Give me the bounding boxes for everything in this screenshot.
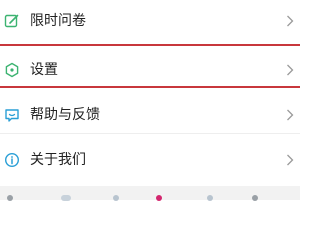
menu-item-help-feedback[interactable]: 帮助与反馈 (0, 96, 300, 134)
menu-item-label: 关于我们 (30, 152, 86, 168)
bottom-tab-bar (0, 186, 300, 201)
tab-icon[interactable] (252, 195, 258, 201)
chevron-right-icon (286, 64, 294, 76)
feedback-icon (4, 107, 20, 123)
divider (0, 133, 300, 134)
tab-icon[interactable] (113, 195, 119, 201)
chevron-right-icon (286, 154, 294, 166)
tab-icon[interactable] (61, 195, 71, 201)
chevron-right-icon (286, 15, 294, 27)
tab-icon-active[interactable] (156, 195, 162, 201)
menu-item-about-us[interactable]: 关于我们 (0, 141, 300, 179)
settings-menu-list: 限时问卷 设置 帮助与反馈 关于我们 (0, 0, 300, 186)
menu-item-settings[interactable]: 设置 (0, 51, 300, 89)
menu-item-label: 限时问卷 (30, 13, 86, 29)
hexagon-settings-icon (4, 62, 20, 78)
menu-item-survey[interactable]: 限时问卷 (0, 2, 300, 40)
chevron-right-icon (286, 109, 294, 121)
menu-item-label: 帮助与反馈 (30, 107, 100, 123)
menu-item-label: 设置 (30, 62, 58, 78)
edit-icon (4, 13, 20, 29)
info-icon (4, 152, 20, 168)
tab-icon[interactable] (7, 195, 13, 201)
divider (0, 44, 300, 45)
tab-icon[interactable] (207, 195, 213, 201)
